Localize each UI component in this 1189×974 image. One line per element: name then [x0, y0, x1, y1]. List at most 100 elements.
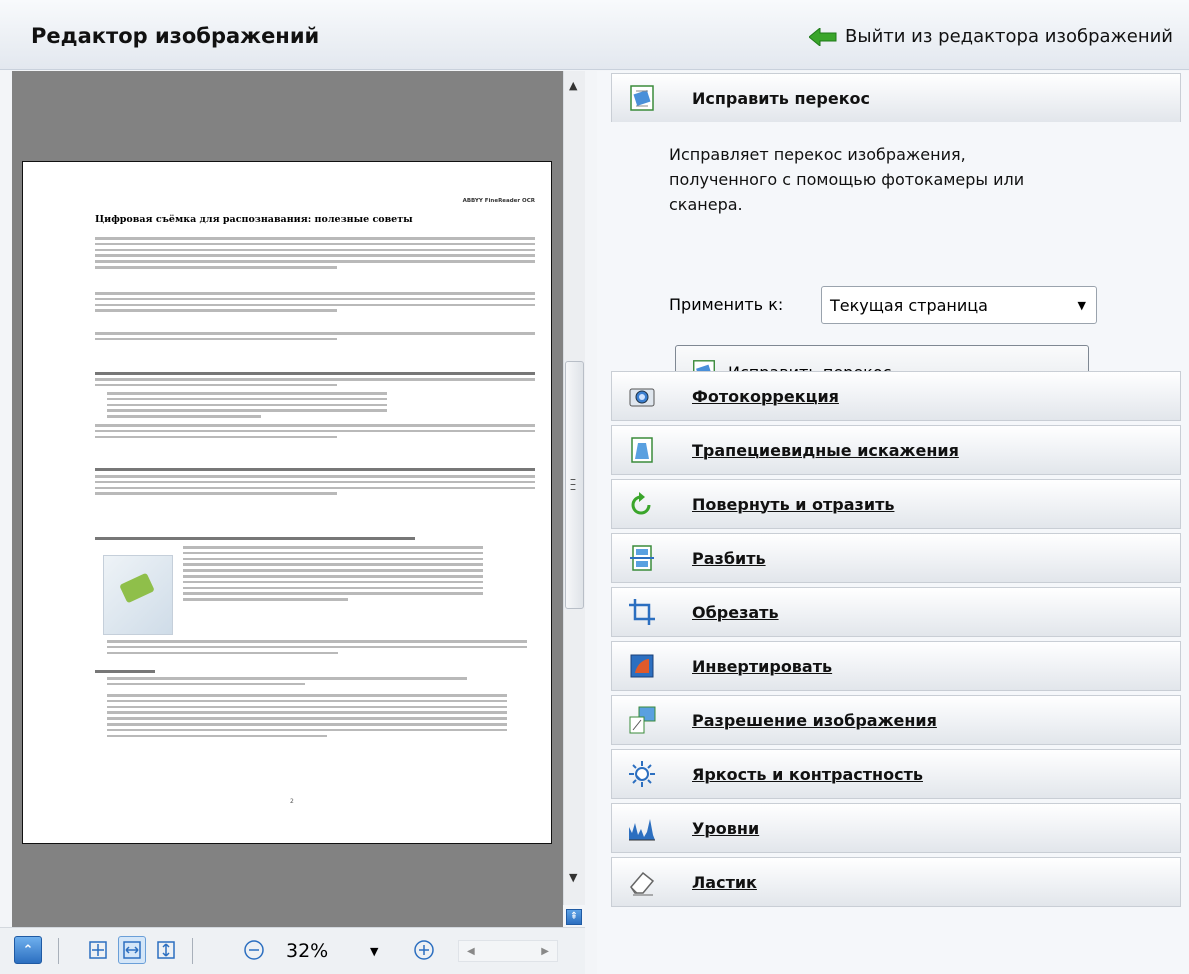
- split-icon: [626, 542, 658, 574]
- scroll-left-icon[interactable]: ◀: [467, 946, 475, 957]
- page-text-line: [95, 303, 535, 307]
- page-text-line: [183, 586, 483, 590]
- apply-to-label: Применить к:: [669, 295, 784, 314]
- page-text-line: [107, 651, 338, 655]
- deskew-section-body: Исправляет перекос изображения, полученн…: [611, 122, 1181, 399]
- page-text-line: [107, 409, 387, 412]
- deskew-section-label: Исправить перекос: [692, 88, 871, 108]
- tools-panel: Исправить перекос Исправляет перекос изо…: [597, 71, 1189, 974]
- page-text-line: [107, 705, 507, 709]
- tool-section-9[interactable]: Уровни: [611, 803, 1181, 853]
- tool-section-4[interactable]: Разбить: [611, 533, 1181, 583]
- scrollbar-thumb[interactable]: – – –: [565, 361, 584, 609]
- page-text-line: [95, 670, 155, 673]
- page-text-line: [107, 392, 387, 395]
- page-text-line: [95, 292, 535, 295]
- page-text-line: [95, 492, 337, 495]
- chevron-down-icon: ▼: [1077, 299, 1086, 312]
- tool-section-2[interactable]: Трапециевидные искажения: [611, 425, 1181, 475]
- page-text-line: [183, 580, 483, 584]
- page-text-line: [107, 403, 387, 407]
- previous-page-button[interactable]: ⇞: [566, 909, 582, 925]
- page-text-line: [95, 309, 337, 312]
- tool-section-7[interactable]: Разрешение изображения: [611, 695, 1181, 745]
- collapse-toolbar-button[interactable]: ⌃: [14, 936, 42, 964]
- page-text-line: [183, 563, 483, 566]
- zoom-out-button[interactable]: [240, 936, 268, 964]
- toolbar-separator: [58, 938, 59, 964]
- tool-section-10[interactable]: Ластик: [611, 857, 1181, 907]
- page-text-line: [95, 468, 535, 471]
- page-text-line: [95, 260, 535, 263]
- scroll-down-icon[interactable]: ▼: [569, 871, 577, 884]
- zoom-select[interactable]: 32% ▼: [280, 936, 398, 966]
- fit-page-icon: [89, 941, 107, 959]
- tool-section-label: Разбить: [692, 548, 766, 568]
- page-text-line: [95, 475, 535, 478]
- fit-width-button[interactable]: [118, 936, 146, 964]
- page-text-line: [183, 569, 483, 572]
- page-text-line: [95, 424, 535, 427]
- document-illustration: [103, 555, 173, 635]
- eraser-icon: [626, 866, 658, 898]
- page-number: 2: [290, 798, 294, 805]
- fit-height-button[interactable]: [152, 936, 180, 964]
- camera-icon: [626, 380, 658, 412]
- apply-to-value: Текущая страница: [830, 295, 988, 315]
- page-text-line: [183, 598, 348, 601]
- page-text-line: [95, 337, 337, 341]
- page-text-line: [107, 682, 305, 686]
- page-text-line: [95, 435, 337, 439]
- scroll-up-icon[interactable]: ▲: [569, 79, 577, 92]
- tool-section-5[interactable]: Обрезать: [611, 587, 1181, 637]
- brightness-icon: [626, 758, 658, 790]
- page-text-line: [107, 645, 527, 649]
- tool-section-label: Трапециевидные искажения: [692, 440, 959, 460]
- page-text-line: [95, 537, 415, 540]
- tool-section-6[interactable]: Инвертировать: [611, 641, 1181, 691]
- document-page: ABBYY FineReader OCR Цифровая съёмка для…: [22, 161, 552, 844]
- page-header-text: ABBYY FineReader OCR: [462, 198, 535, 204]
- tool-section-label: Фотокоррекция: [692, 386, 839, 406]
- deskew-section-header[interactable]: Исправить перекос: [611, 73, 1181, 123]
- exit-editor-link[interactable]: Выйти из редактора изображений: [809, 26, 1173, 47]
- image-preview[interactable]: ABBYY FineReader OCR Цифровая съёмка для…: [12, 71, 563, 927]
- tool-section-label: Повернуть и отразить: [692, 494, 895, 514]
- page-text-line: [107, 723, 507, 726]
- scroll-right-icon[interactable]: ▶: [541, 946, 549, 957]
- resolution-icon: [626, 704, 658, 736]
- levels-icon: [626, 812, 658, 844]
- page-text-line: [107, 717, 507, 720]
- zoom-out-icon: [244, 940, 264, 960]
- toolbar-separator: [192, 938, 193, 964]
- tool-section-label: Ластик: [692, 872, 757, 892]
- page-text-line: [95, 248, 535, 252]
- tool-section-8[interactable]: Яркость и контрастность: [611, 749, 1181, 799]
- page-text-line: [107, 728, 507, 732]
- document-title: Цифровая съёмка для распознавания: полез…: [95, 214, 413, 225]
- page-text-line: [95, 378, 535, 381]
- tool-section-label: Уровни: [692, 818, 760, 838]
- page-text-line: [107, 677, 467, 680]
- page-text-line: [95, 332, 535, 335]
- tool-section-label: Яркость и контрастность: [692, 764, 923, 784]
- preview-toolbar: ⌃ 32% ▼ ◀ ▶: [0, 927, 585, 974]
- fit-page-button[interactable]: [84, 936, 112, 964]
- double-chevron-up-icon: ⌃: [22, 942, 34, 958]
- title-bar: Редактор изображений Выйти из редактора …: [0, 0, 1189, 70]
- back-arrow-icon: [809, 27, 837, 46]
- grip-icon: – – –: [570, 472, 576, 496]
- tool-section-1[interactable]: Фотокоррекция: [611, 371, 1181, 421]
- apply-to-select[interactable]: Текущая страница ▼: [821, 286, 1097, 324]
- page-text-line: [183, 592, 483, 595]
- page-text-line: [107, 711, 507, 714]
- page-text-line: [107, 397, 387, 401]
- tool-section-3[interactable]: Повернуть и отразить: [611, 479, 1181, 529]
- page-text-line: [183, 551, 483, 555]
- zoom-in-button[interactable]: [410, 936, 438, 964]
- page-text-line: [95, 486, 535, 490]
- vertical-scrollbar[interactable]: ▲ – – – ▼: [563, 71, 585, 905]
- zoom-value: 32%: [286, 940, 329, 962]
- page-text-line: [107, 694, 507, 697]
- horizontal-scrollbar[interactable]: ◀ ▶: [458, 940, 558, 962]
